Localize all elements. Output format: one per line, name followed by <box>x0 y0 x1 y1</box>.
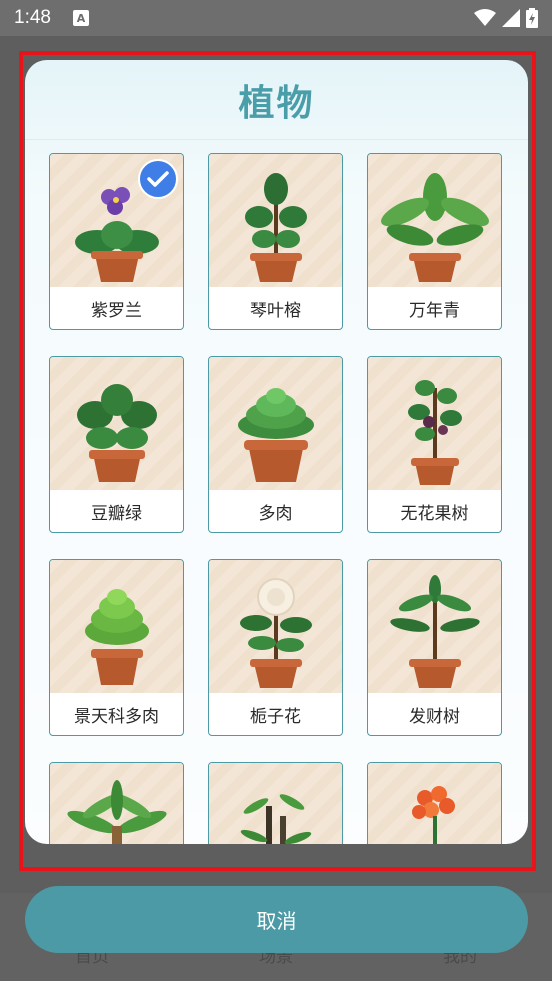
dialog-header: 植物 <box>25 60 528 140</box>
fiddle-leaf-fig-icon <box>244 173 307 282</box>
peperomia-icon <box>76 384 157 482</box>
dialog-title: 植物 <box>238 82 315 124</box>
plant-name: 无花果树 <box>400 503 469 524</box>
plant-card[interactable]: 多肉 <box>208 356 343 533</box>
plant-card[interactable]: 琴叶榕 <box>208 153 343 330</box>
plant-card[interactable]: 豆瓣绿 <box>49 356 184 533</box>
bamboo-icon <box>240 794 311 844</box>
plant-card[interactable]: 栀子花 <box>208 559 343 736</box>
plant-image <box>368 357 501 490</box>
plant-image <box>209 763 342 844</box>
plant-image <box>209 357 342 490</box>
cancel-button[interactable]: 取消 <box>25 886 528 953</box>
palm-icon <box>66 780 167 844</box>
battery-icon <box>526 8 538 28</box>
plant-image <box>368 763 501 844</box>
plant-name: 紫罗兰 <box>91 300 142 321</box>
plant-name: 发财树 <box>409 706 460 727</box>
fig-tree-icon <box>407 380 462 485</box>
plant-image <box>50 560 183 693</box>
plant-image <box>50 763 183 844</box>
plant-image <box>368 560 501 693</box>
plant-name: 多肉 <box>258 503 293 524</box>
wifi-icon <box>474 9 496 26</box>
dieffenbachia-icon <box>380 173 489 282</box>
plant-name: 豆瓣绿 <box>91 503 142 524</box>
plant-image <box>368 154 501 287</box>
plant-name: 琴叶榕 <box>250 300 301 321</box>
succulent-icon <box>237 388 314 482</box>
plant-card[interactable]: 发财树 <box>367 559 502 736</box>
plant-name: 景天科多肉 <box>74 706 159 727</box>
plant-card[interactable]: 万年青 <box>367 153 502 330</box>
plant-image <box>209 154 342 287</box>
plant-grid: 紫罗兰 琴叶榕 万年青 豆瓣绿 多肉 无花果树 景天科多肉 栀子花 发财树 <box>49 153 502 844</box>
plant-card[interactable] <box>49 762 184 844</box>
status-bar: 1:48 A <box>0 0 552 36</box>
plant-card[interactable] <box>208 762 343 844</box>
status-time: 1:48 <box>14 7 51 28</box>
plant-image <box>209 560 342 693</box>
echeveria-icon <box>84 589 149 685</box>
signal-icon <box>502 9 520 27</box>
gardenia-icon <box>239 578 312 688</box>
plant-card[interactable]: 无花果树 <box>367 356 502 533</box>
plant-dialog: 植物 紫罗兰 琴叶榕 万年青 豆瓣绿 多肉 无花果树 景天科多肉 栀子花 发财树 <box>25 60 528 844</box>
plant-image <box>50 357 183 490</box>
plant-card[interactable]: 景天科多肉 <box>49 559 184 736</box>
plant-card[interactable]: 紫罗兰 <box>49 153 184 330</box>
a-icon: A <box>72 10 89 26</box>
plant-card[interactable] <box>367 762 502 844</box>
money-tree-icon <box>389 575 480 688</box>
plant-name: 栀子花 <box>250 706 301 727</box>
check-icon <box>138 159 178 199</box>
status-icons <box>474 8 538 28</box>
kalanchoe-icon <box>411 786 455 844</box>
plant-name: 万年青 <box>409 300 460 321</box>
